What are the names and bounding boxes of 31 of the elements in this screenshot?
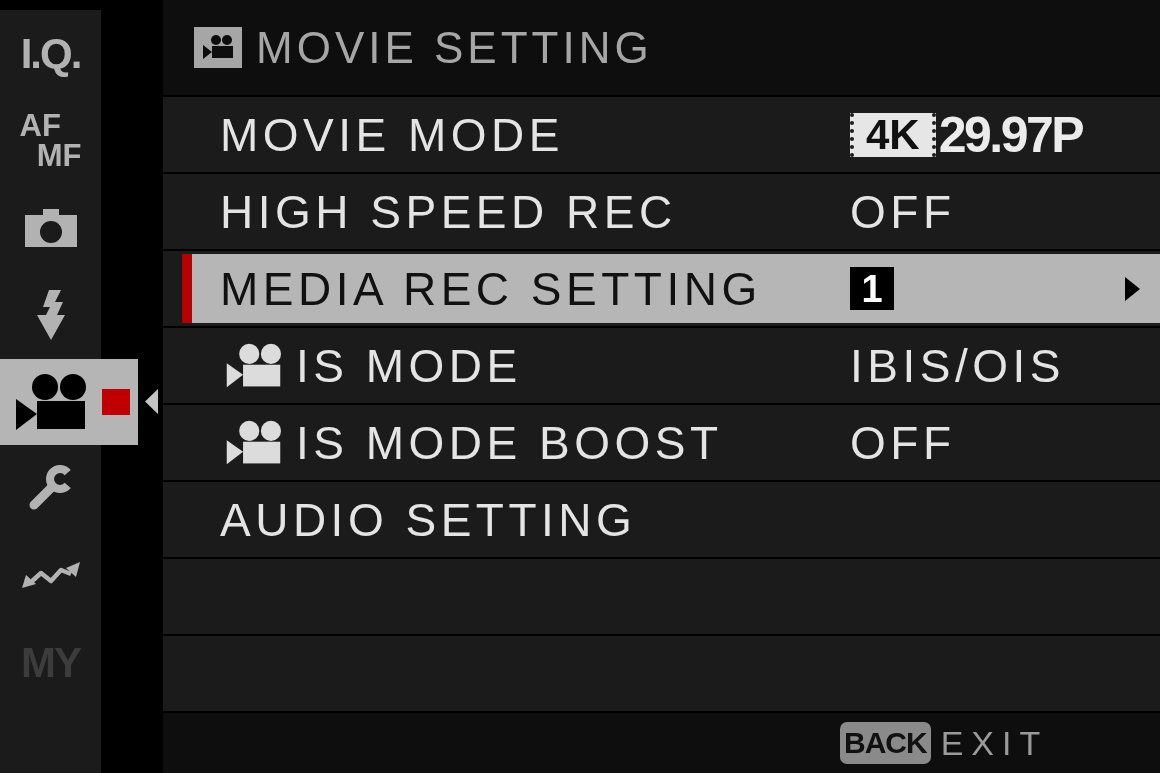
item-label: MEDIA REC SETTING bbox=[220, 265, 762, 312]
resolution-badge: 4K bbox=[850, 112, 936, 157]
menu-item[interactable]: MEDIA REC SETTING 1 bbox=[163, 251, 1160, 326]
caret-icon bbox=[1125, 276, 1140, 301]
item-value: OFF bbox=[850, 419, 956, 466]
exit-label: EXIT bbox=[940, 726, 1049, 760]
slot-badge: 1 bbox=[850, 267, 894, 310]
back-key[interactable]: BACK bbox=[840, 722, 931, 764]
item-label: MOVIE MODE bbox=[220, 111, 565, 158]
pointer-icon bbox=[145, 389, 158, 414]
camera-icon bbox=[24, 208, 77, 247]
item-value: OFF bbox=[850, 188, 956, 235]
menu-title: MOVIE SETTING bbox=[256, 25, 653, 70]
zigzag-arrows-icon bbox=[21, 562, 80, 589]
sidebar-tab[interactable]: AF MF bbox=[0, 97, 101, 184]
sidebar-tab[interactable]: I.Q. bbox=[0, 10, 101, 97]
item-label: HIGH SPEED REC bbox=[220, 188, 677, 235]
item-label: AUDIO SETTING bbox=[220, 496, 637, 543]
menu-item[interactable]: MOVIE MODE 4K 29.97P bbox=[163, 97, 1160, 172]
item-label: IS MODE BOOST bbox=[296, 419, 723, 466]
item-value: IBIS/OIS bbox=[850, 342, 1065, 389]
menu-item[interactable]: HIGH SPEED REC OFF bbox=[163, 174, 1160, 249]
record-indicator-icon bbox=[102, 388, 130, 415]
flash-icon bbox=[35, 289, 66, 340]
menu-item[interactable]: IS MODE BOOST OFF bbox=[163, 405, 1160, 480]
item-label: IS MODE bbox=[296, 342, 522, 389]
movie-camera-icon bbox=[194, 27, 242, 68]
frame-rate-value: 29.97P bbox=[938, 109, 1083, 160]
menu-item[interactable]: AUDIO SETTING bbox=[163, 482, 1160, 557]
sidebar-tab[interactable] bbox=[0, 358, 138, 445]
menu-item[interactable]: IS MODE IBIS/OIS bbox=[163, 328, 1160, 403]
